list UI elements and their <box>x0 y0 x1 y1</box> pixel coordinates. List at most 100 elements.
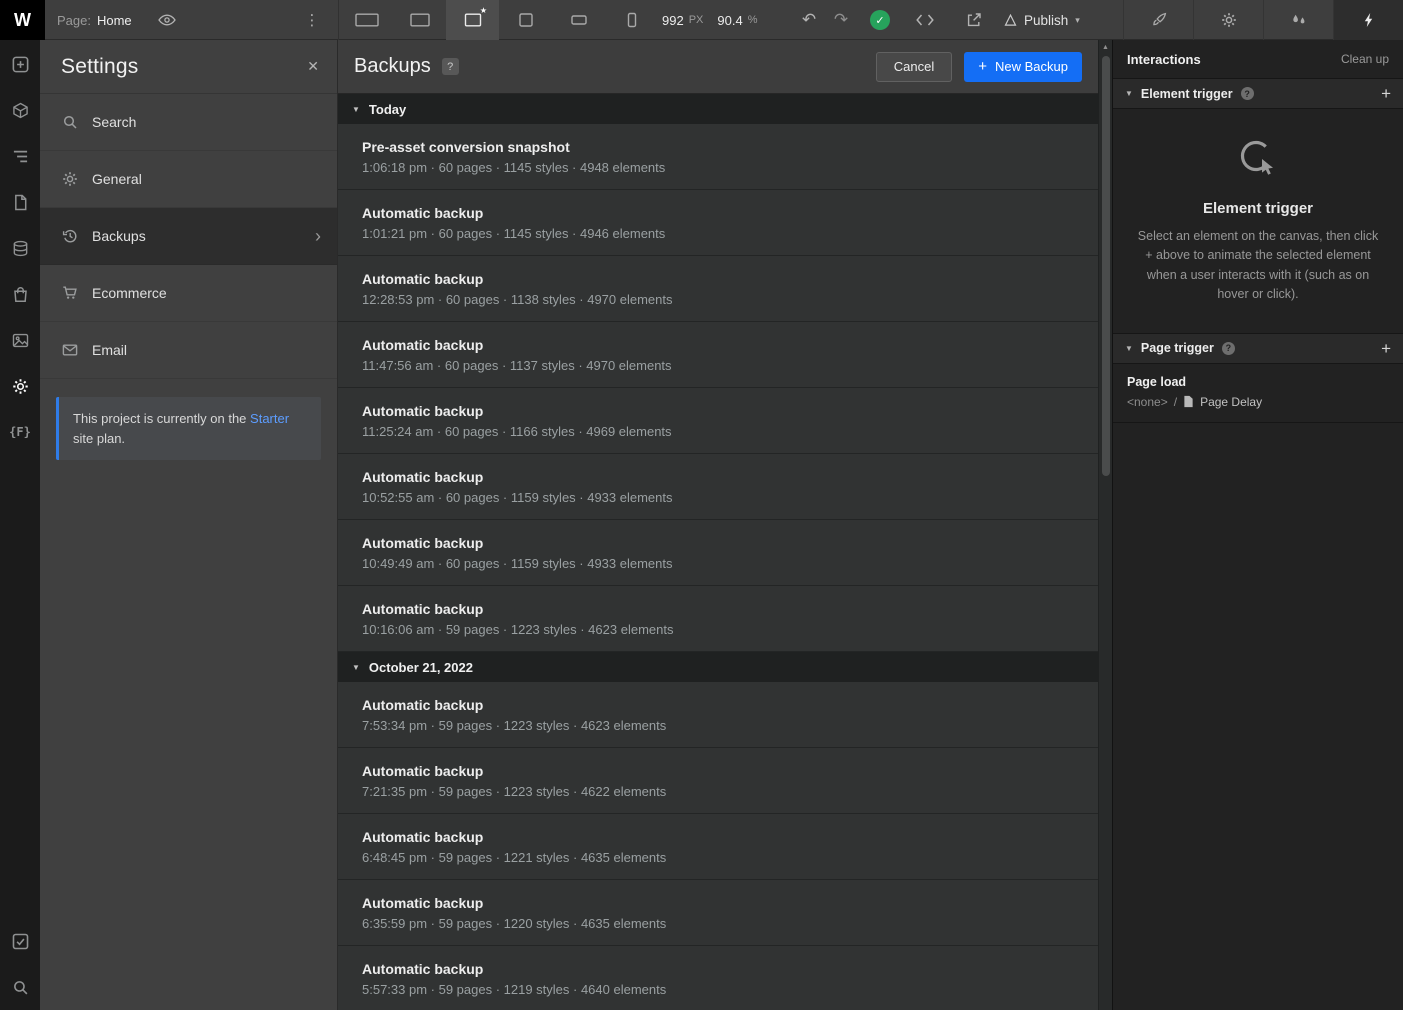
breakpoint-tablet-button[interactable] <box>499 0 552 40</box>
backup-meta: 10:49:49 am · 60 pages · 1159 styles · 4… <box>362 555 673 571</box>
page-label: Page: <box>57 12 91 28</box>
magnifier-icon <box>12 979 29 996</box>
assets-image-icon <box>12 332 29 349</box>
paintbrush-icon <box>1151 12 1167 28</box>
backup-row[interactable]: Automatic backup 10:52:55 am · 60 pages ·… <box>338 454 1098 520</box>
project-settings-button[interactable] <box>0 363 40 409</box>
style-panel-button[interactable] <box>1123 0 1193 40</box>
canvas-width-value[interactable]: 992 <box>662 13 684 28</box>
backup-row[interactable]: Automatic backup 5:57:33 pm · 59 pages · … <box>338 946 1098 1010</box>
webflow-logo-glyph: W <box>14 9 31 30</box>
page-icon <box>1183 395 1194 408</box>
backup-row[interactable]: Automatic backup 11:25:24 am · 60 pages ·… <box>338 388 1098 454</box>
backup-section-header[interactable]: ▼ Today <box>338 94 1098 124</box>
webflow-logo[interactable]: W <box>0 0 45 40</box>
settings-item-label: Ecommerce <box>92 285 167 301</box>
add-page-trigger-button[interactable]: + <box>1381 340 1391 357</box>
page-trigger-label: Page trigger <box>1140 341 1214 355</box>
main-scrollbar[interactable]: ▲ <box>1098 40 1112 1010</box>
settings-item-ecommerce[interactable]: Ecommerce <box>40 265 337 322</box>
breakpoint-desktop-992-button[interactable]: ★ <box>446 0 499 40</box>
fonts-button[interactable]: {F} <box>0 409 40 455</box>
backup-meta: 6:48:45 pm · 59 pages · 1221 styles · 46… <box>362 849 667 865</box>
plus-icon: + <box>978 58 988 75</box>
settings-item-email[interactable]: Email <box>40 322 337 379</box>
new-backup-button[interactable]: + New Backup <box>964 51 1082 82</box>
backup-title: Automatic backup <box>362 336 484 353</box>
collapse-triangle-icon: ▼ <box>1125 343 1133 353</box>
breakpoint-mobile-portrait-button[interactable] <box>605 0 658 40</box>
breakpoint-desktop-button[interactable] <box>393 0 446 40</box>
style-manager-icon <box>1291 12 1307 28</box>
backup-row[interactable]: Automatic backup 12:28:53 pm · 60 pages ·… <box>338 256 1098 322</box>
assets-button[interactable] <box>0 317 40 363</box>
redo-button[interactable]: ↷ <box>826 0 856 40</box>
scrollbar-thumb[interactable] <box>1101 56 1110 476</box>
add-elements-button[interactable] <box>0 41 40 87</box>
pages-button[interactable] <box>0 179 40 225</box>
plan-notice: This project is currently on the Starter… <box>56 397 321 460</box>
help-icon[interactable]: ? <box>441 58 459 75</box>
element-trigger-empty-state: Element trigger Select an element on the… <box>1113 109 1403 333</box>
page-trigger-header[interactable]: ▼ Page trigger ? + <box>1113 332 1403 364</box>
backup-meta: 1:06:18 pm · 60 pages · 1145 styles · 49… <box>362 159 666 175</box>
page-load-trigger-item[interactable]: Page load <none> / Page Delay <box>1113 364 1403 423</box>
undo-button[interactable]: ↶ <box>794 0 824 40</box>
webflow-designer: W Page: Home ⋮ ★ 992 PX 90.4 % ↶ ↷ ✓ Pub… <box>0 0 1403 1010</box>
backup-row[interactable]: Automatic backup 7:53:34 pm · 59 pages · … <box>338 682 1098 748</box>
more-menu-button[interactable]: ⋮ <box>296 0 328 40</box>
navigator-button[interactable] <box>0 133 40 179</box>
settings-item-search[interactable]: Search <box>40 94 337 151</box>
backup-row[interactable]: Automatic backup 10:16:06 am · 59 pages ·… <box>338 586 1098 652</box>
backup-row[interactable]: Automatic backup 6:35:59 pm · 59 pages · … <box>338 880 1098 946</box>
backup-meta: 1:01:21 pm · 60 pages · 1145 styles · 49… <box>362 225 666 241</box>
close-button[interactable]: ✕ <box>307 58 319 75</box>
backup-row[interactable]: Automatic backup 1:01:21 pm · 60 pages · … <box>338 190 1098 256</box>
page-selector[interactable]: Page: Home <box>57 0 132 40</box>
style-manager-panel-button[interactable] <box>1263 0 1333 40</box>
settings-header: Settings ✕ <box>40 40 337 94</box>
eye-icon <box>158 14 176 26</box>
settings-item-backups[interactable]: Backups › <box>40 208 337 265</box>
code-icon <box>916 14 934 26</box>
publish-button[interactable]: Publish ▾ <box>1004 0 1080 40</box>
backup-row[interactable]: Automatic backup 7:21:35 pm · 59 pages · … <box>338 748 1098 814</box>
chevron-right-icon: › <box>315 226 321 246</box>
backup-row[interactable]: Automatic backup 11:47:56 am · 60 pages ·… <box>338 322 1098 388</box>
navigator-icon <box>12 148 29 165</box>
zoom-value[interactable]: 90.4 <box>717 13 742 28</box>
zoom-button[interactable] <box>0 964 40 1010</box>
preview-button[interactable] <box>150 0 184 40</box>
scroll-up-arrow-icon[interactable]: ▲ <box>1102 40 1109 54</box>
settings-item-general[interactable]: General <box>40 151 337 208</box>
add-element-trigger-button[interactable]: + <box>1381 85 1391 102</box>
element-settings-panel-button[interactable] <box>1193 0 1263 40</box>
canvas-dimensions: 992 PX 90.4 % <box>662 0 757 40</box>
clean-up-button[interactable]: Clean up <box>1341 52 1389 66</box>
email-icon <box>62 342 78 358</box>
pages-icon <box>12 194 29 211</box>
breakpoint-mobile-landscape-button[interactable] <box>552 0 605 40</box>
cms-button[interactable] <box>0 225 40 271</box>
backup-section-header[interactable]: ▼ October 21, 2022 <box>338 652 1098 682</box>
backups-header: Backups ? Cancel + New Backup <box>338 40 1098 94</box>
share-button[interactable] <box>956 0 992 40</box>
interactions-panel-button[interactable] <box>1333 0 1403 40</box>
audit-button[interactable] <box>0 918 40 964</box>
help-icon[interactable]: ? <box>1240 87 1254 100</box>
ecommerce-button[interactable] <box>0 271 40 317</box>
desktop-large-icon <box>354 12 379 28</box>
components-button[interactable] <box>0 87 40 133</box>
export-code-button[interactable] <box>906 0 944 40</box>
element-trigger-header[interactable]: ▼ Element trigger ? + <box>1113 78 1403 109</box>
backup-meta: 11:25:24 am · 60 pages · 1166 styles · 4… <box>362 423 672 439</box>
starter-plan-link[interactable]: Starter <box>250 411 289 426</box>
gear-icon <box>1221 12 1237 28</box>
star-icon: ★ <box>479 6 487 15</box>
breakpoint-desktop-large-button[interactable] <box>340 0 393 40</box>
cancel-button[interactable]: Cancel <box>875 51 953 82</box>
backup-row[interactable]: Pre-asset conversion snapshot 1:06:18 pm … <box>338 124 1098 190</box>
backup-row[interactable]: Automatic backup 10:49:49 am · 60 pages ·… <box>338 520 1098 586</box>
help-icon[interactable]: ? <box>1221 341 1235 355</box>
backup-row[interactable]: Automatic backup 6:48:45 pm · 59 pages · … <box>338 814 1098 880</box>
